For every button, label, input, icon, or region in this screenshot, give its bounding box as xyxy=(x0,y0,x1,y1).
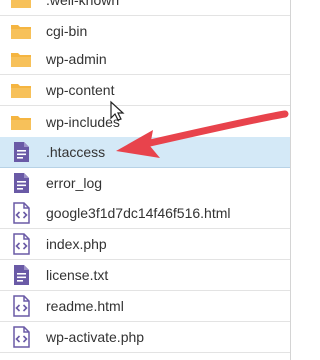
file-name: wp-activate.php xyxy=(46,329,145,345)
file-row-index-php[interactable]: index.php xyxy=(0,229,290,260)
code-file-icon xyxy=(10,202,32,224)
text-file-icon xyxy=(10,141,32,163)
file-row-htaccess[interactable]: .htaccess xyxy=(0,137,290,168)
file-name: .htaccess xyxy=(46,144,106,160)
file-row-cgi-bin[interactable]: cgi-bin xyxy=(0,16,290,47)
text-file-icon xyxy=(10,172,32,194)
file-row-readme-html[interactable]: readme.html xyxy=(0,291,290,322)
file-name: license.txt xyxy=(46,267,109,283)
file-name: .well-known xyxy=(46,0,120,8)
file-row-well-known[interactable]: .well-known xyxy=(0,0,290,16)
code-file-icon xyxy=(10,326,32,348)
file-name: readme.html xyxy=(46,298,124,314)
file-row-wp-includes[interactable]: wp-includes xyxy=(0,107,290,138)
folder-icon xyxy=(10,0,32,11)
file-row-wp-content[interactable]: wp-content xyxy=(0,75,290,106)
file-row-google-verification[interactable]: google3f1d7dc14f46f516.html xyxy=(0,198,290,229)
file-name: error_log xyxy=(46,175,103,191)
code-file-icon xyxy=(10,233,32,255)
folder-icon xyxy=(10,79,32,101)
file-name: wp-admin xyxy=(46,51,107,67)
file-name: wp-includes xyxy=(46,114,120,130)
file-row-wp-activate-php[interactable]: wp-activate.php xyxy=(0,322,290,353)
file-name: wp-content xyxy=(46,82,115,98)
file-list: .well-known cgi-bin wp-admin wp-content … xyxy=(0,0,291,360)
file-name: cgi-bin xyxy=(46,23,88,39)
file-row-wp-admin[interactable]: wp-admin xyxy=(0,44,290,75)
code-file-icon xyxy=(10,295,32,317)
folder-icon xyxy=(10,48,32,70)
text-file-icon xyxy=(10,264,32,286)
file-name: index.php xyxy=(46,236,107,252)
folder-icon xyxy=(10,20,32,42)
file-row-license-txt[interactable]: license.txt xyxy=(0,260,290,291)
folder-icon xyxy=(10,111,32,133)
file-row-error-log[interactable]: error_log xyxy=(0,168,290,199)
file-name: google3f1d7dc14f46f516.html xyxy=(46,205,231,221)
